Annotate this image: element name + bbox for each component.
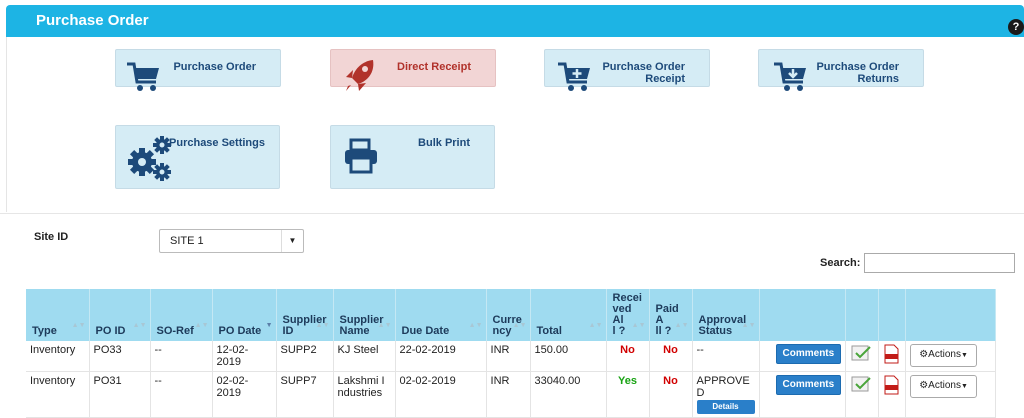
column-header-due-date[interactable]: Due Date ▲▼ — [395, 289, 487, 341]
cell-received: No — [606, 341, 650, 372]
tile-label: Direct Receipt — [397, 61, 471, 73]
search-label: Search: — [820, 257, 861, 269]
tile-label: Purchase Settings — [169, 137, 265, 149]
purchase-order-returns-tile[interactable]: Purchase Order Returns — [758, 49, 924, 91]
column-header-actions — [905, 289, 997, 341]
cell-supplier-name: Lakshmi Industries — [333, 371, 396, 418]
actions-dropdown[interactable]: ⚙Actions▼ — [910, 375, 977, 398]
cell-paid: No — [649, 371, 693, 418]
rocket-icon — [346, 60, 374, 91]
site-id-select[interactable]: SITE 1 ▼ — [159, 229, 304, 253]
pdf-icon[interactable] — [883, 344, 899, 364]
cell-approval-status: -- — [692, 341, 760, 372]
cell-po-id: PO33 — [89, 341, 151, 372]
cell-approval-status: APPROVED Details — [692, 371, 760, 418]
cell-total: 150.00 — [530, 341, 607, 372]
gear-icon: ⚙ — [919, 349, 929, 360]
chevron-down-icon: ▼ — [281, 230, 303, 252]
cell-paid: No — [649, 341, 693, 372]
purchase-order-table: Type ▲▼ PO ID ▲▼ SO-Ref ▲▼ PO Date ▼ Supplie… — [26, 289, 997, 418]
help-icon[interactable]: ? — [1008, 19, 1024, 35]
cell-type: Inventory — [26, 371, 90, 418]
direct-receipt-tile[interactable]: Direct Receipt — [330, 49, 496, 91]
cell-currency: INR — [486, 371, 531, 418]
tile-label: Purchase Order Receipt — [602, 61, 685, 85]
cell-supplier-id: SUPP7 — [276, 371, 334, 418]
cell-so-ref: -- — [150, 371, 213, 418]
tile-label: Purchase Order Returns — [816, 61, 899, 85]
cell-actions: ⚙Actions▼ — [905, 341, 997, 372]
actions-label: Actions — [928, 349, 961, 360]
column-header-approval-status[interactable]: Approval Status ▲▼ — [692, 289, 760, 341]
column-header-comments — [759, 289, 847, 341]
cell-pdf — [878, 371, 907, 418]
column-header-po-id[interactable]: PO ID ▲▼ — [89, 289, 151, 341]
search-input[interactable] — [864, 253, 1015, 273]
column-header-supplier-id[interactable]: Supplier ID ▲▼ — [276, 289, 334, 341]
column-header-po-date[interactable]: PO Date ▼ — [212, 289, 277, 341]
gear-icon: ⚙ — [919, 380, 929, 391]
details-button[interactable]: Details — [696, 400, 755, 414]
actions-label: Actions — [928, 380, 961, 391]
cell-so-ref: -- — [150, 341, 213, 372]
cell-po-date: 02-02-2019 — [212, 371, 277, 418]
column-header-pdf — [878, 289, 907, 341]
caret-down-icon: ▼ — [960, 383, 968, 390]
page-title: Purchase Order — [36, 12, 149, 29]
cell-currency: INR — [486, 341, 531, 372]
cell-type: Inventory — [26, 341, 90, 372]
cell-actions: ⚙Actions▼ — [905, 371, 997, 418]
title-bar: Purchase Order ? — [6, 5, 1024, 37]
cell-supplier-id: SUPP2 — [276, 341, 334, 372]
actions-dropdown[interactable]: ⚙Actions▼ — [910, 344, 977, 367]
cart-return-icon — [774, 62, 806, 91]
table-row: Inventory PO33 -- 12-02-2019 SUPP2 KJ St… — [26, 341, 997, 372]
site-id-value: SITE 1 — [170, 235, 204, 247]
column-header-paid-all[interactable]: Paid All ? ▲▼ — [649, 289, 693, 341]
cart-icon — [127, 62, 159, 91]
comments-button[interactable]: Comments — [775, 375, 842, 395]
column-header-so-ref[interactable]: SO-Ref ▲▼ — [150, 289, 213, 341]
table-row: Inventory PO31 -- 02-02-2019 SUPP7 Laksh… — [26, 371, 997, 418]
comments-button[interactable]: Comments — [775, 344, 842, 364]
column-header-currency[interactable]: Curre ncy ▲▼ — [486, 289, 531, 341]
cell-comments: Comments — [759, 341, 847, 372]
cell-due-date: 02-02-2019 — [395, 371, 487, 418]
cell-received: Yes — [606, 371, 650, 418]
cell-pdf — [878, 341, 907, 372]
cell-comments: Comments — [759, 371, 847, 418]
cell-total: 33040.00 — [530, 371, 607, 418]
purchase-order-receipt-tile[interactable]: Purchase Order Receipt — [544, 49, 710, 91]
table-header-row: Type ▲▼ PO ID ▲▼ SO-Ref ▲▼ PO Date ▼ Supplie… — [26, 289, 997, 341]
column-header-type[interactable]: Type ▲▼ — [26, 289, 90, 341]
tile-label: Bulk Print — [418, 137, 470, 149]
column-header-supplier-name[interactable]: Supplier Name ▲▼ — [333, 289, 396, 341]
caret-down-icon: ▼ — [960, 352, 968, 359]
column-header-total[interactable]: Total ▲▼ — [530, 289, 607, 341]
purchase-order-tile[interactable]: Purchase Order — [115, 49, 281, 91]
purchase-settings-tile[interactable]: Purchase Settings — [115, 125, 280, 189]
column-header-check — [845, 289, 880, 341]
check-document-icon[interactable] — [850, 375, 872, 395]
bulk-print-tile[interactable]: Bulk Print — [330, 125, 495, 189]
cell-po-id: PO31 — [89, 371, 151, 418]
printer-icon — [345, 138, 377, 174]
cell-supplier-name: KJ Steel — [333, 341, 396, 372]
cell-check — [845, 341, 880, 372]
cell-due-date: 22-02-2019 — [395, 341, 487, 372]
site-id-label: Site ID — [34, 231, 69, 243]
cart-plus-icon — [558, 62, 590, 91]
cell-po-date: 12-02-2019 — [212, 341, 277, 372]
tile-label: Purchase Order — [173, 61, 256, 73]
check-document-icon[interactable] — [850, 344, 872, 364]
pdf-icon[interactable] — [883, 375, 899, 395]
cell-check — [845, 371, 880, 418]
divider — [0, 213, 1024, 214]
approval-status-text: APPROVED — [696, 375, 750, 399]
column-header-received-all[interactable]: Recei ved Al l ? ▲▼ — [606, 289, 650, 341]
